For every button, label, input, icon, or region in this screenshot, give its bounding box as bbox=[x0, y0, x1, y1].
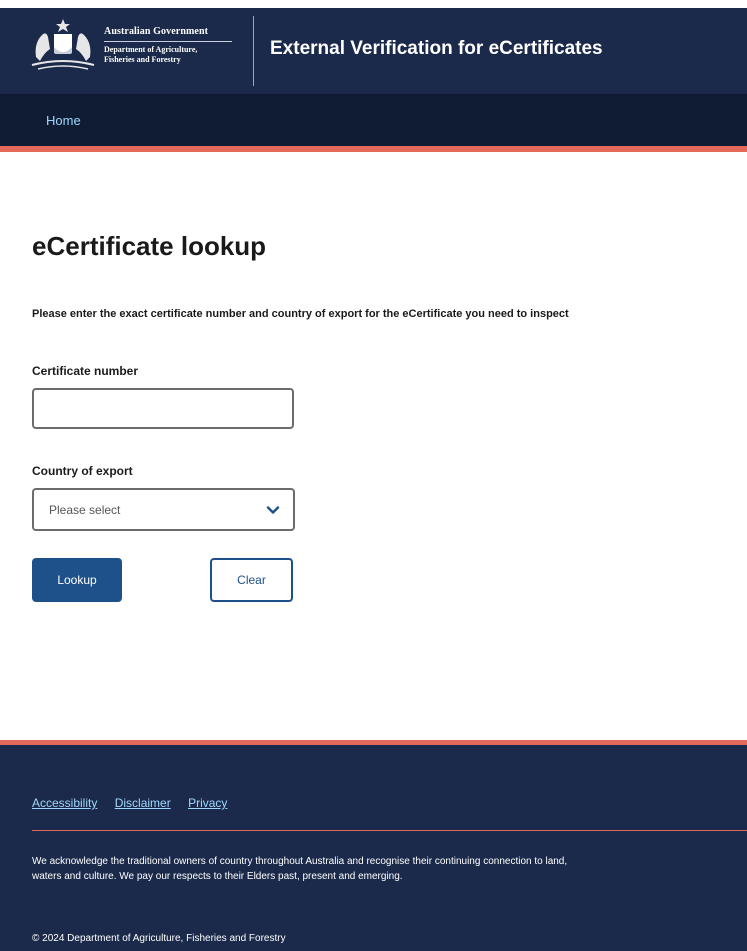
lookup-button[interactable]: Lookup bbox=[32, 558, 122, 602]
site-footer: Accessibility Disclaimer Privacy We ackn… bbox=[0, 740, 747, 951]
footer-link-accessibility[interactable]: Accessibility bbox=[32, 796, 97, 810]
country-of-export-select[interactable]: Please select bbox=[32, 488, 295, 531]
branding-rule bbox=[104, 41, 232, 42]
government-branding: Australian Government Department of Agri… bbox=[104, 26, 232, 65]
acknowledgement-of-country: We acknowledge the traditional owners of… bbox=[32, 856, 568, 882]
department-name-line-1: Department of Agriculture, bbox=[104, 45, 198, 54]
top-gap bbox=[0, 0, 747, 8]
site-title: External Verification for eCertificates bbox=[270, 38, 603, 59]
nav-home-link[interactable]: Home bbox=[46, 113, 81, 128]
clear-button[interactable]: Clear bbox=[210, 558, 293, 602]
main-navigation: Home bbox=[0, 94, 747, 152]
header-divider bbox=[253, 16, 254, 86]
coat-of-arms-icon bbox=[31, 19, 95, 70]
page-title: eCertificate lookup bbox=[32, 231, 267, 261]
country-select-value: Please select bbox=[49, 503, 121, 517]
footer-links: Accessibility Disclaimer Privacy bbox=[32, 796, 241, 810]
chevron-down-icon bbox=[266, 506, 280, 514]
site-header: Australian Government Department of Agri… bbox=[0, 8, 747, 94]
copyright-notice: © 2024 Department of Agriculture, Fisher… bbox=[32, 933, 286, 944]
country-of-export-label: Country of export bbox=[32, 464, 133, 478]
government-name: Australian Government bbox=[104, 26, 209, 37]
certificate-number-input[interactable] bbox=[32, 388, 294, 429]
instructions-text: Please enter the exact certificate numbe… bbox=[32, 308, 569, 320]
main-content: eCertificate lookup Please enter the exa… bbox=[0, 152, 747, 742]
certificate-number-label: Certificate number bbox=[32, 364, 139, 378]
footer-link-privacy[interactable]: Privacy bbox=[188, 796, 227, 810]
footer-link-disclaimer[interactable]: Disclaimer bbox=[115, 796, 171, 810]
department-name-line-2: Fisheries and Forestry bbox=[104, 55, 181, 64]
footer-divider bbox=[32, 830, 747, 831]
